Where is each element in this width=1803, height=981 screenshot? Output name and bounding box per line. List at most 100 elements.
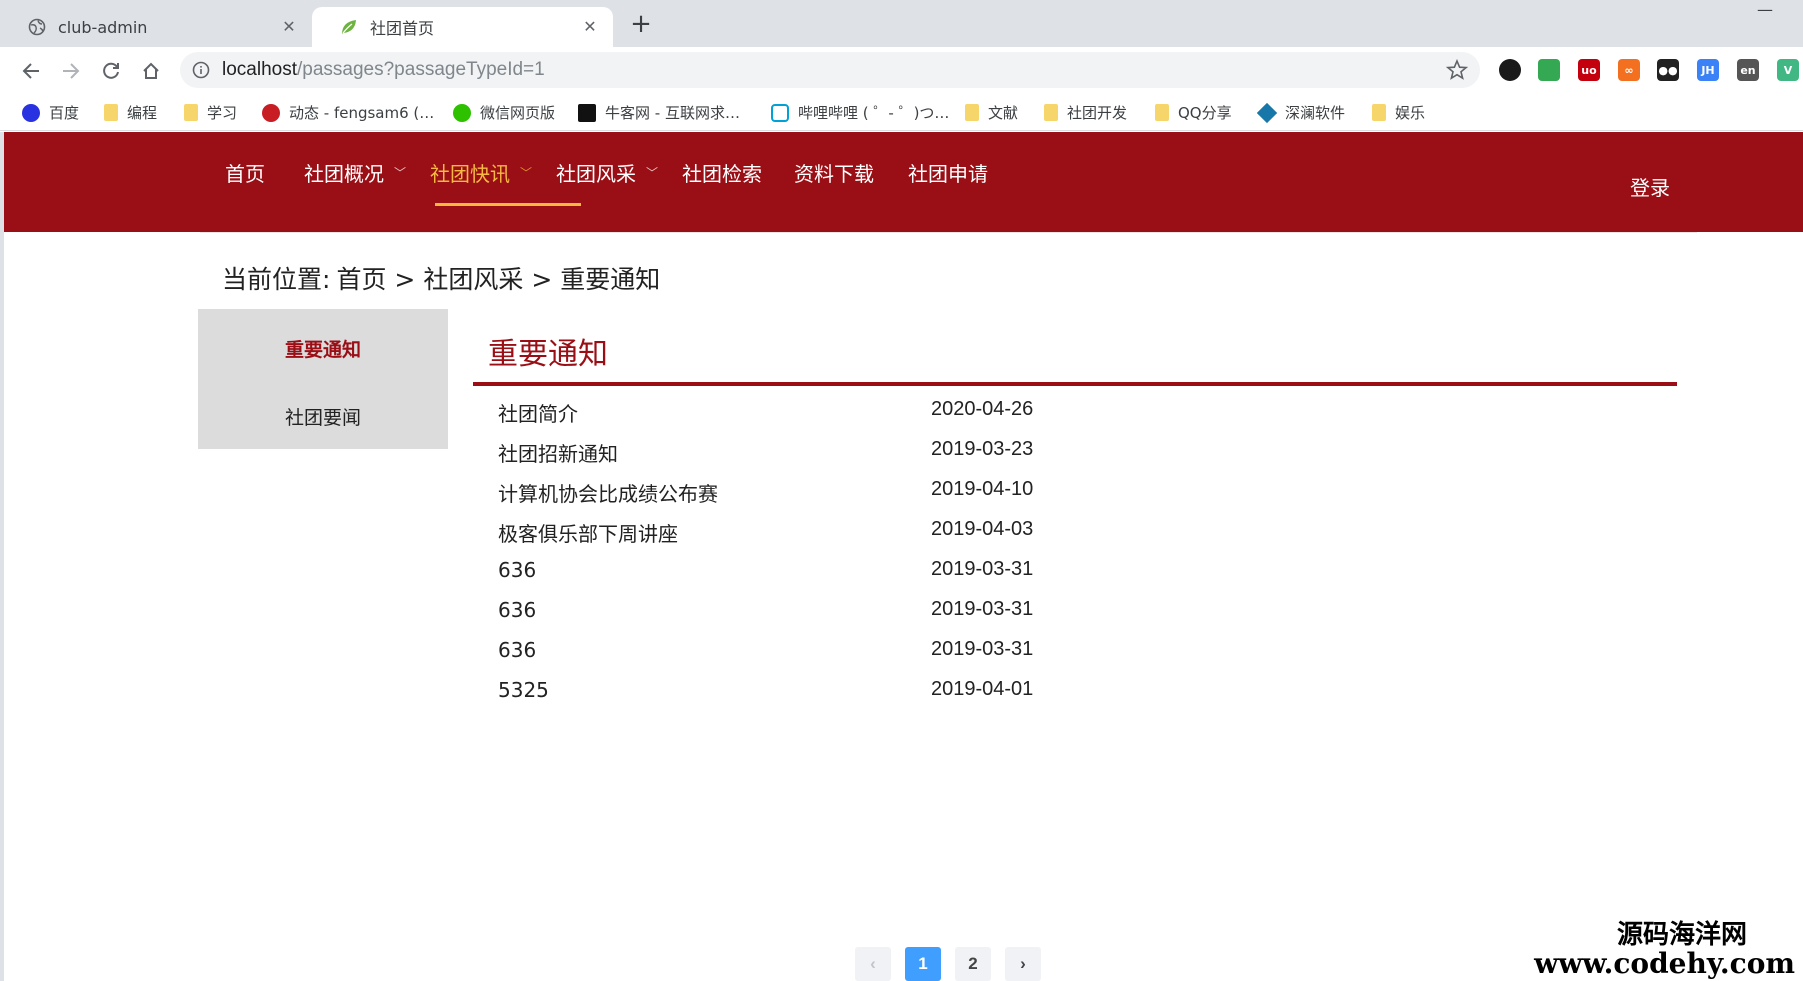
bookmark-star-icon[interactable] [1445,58,1469,81]
list-item[interactable]: 636 2019-03-31 [498,554,1298,594]
page-button[interactable]: 2 [955,947,991,981]
gitee-icon [262,103,280,122]
bookmark-item[interactable]: QQ分享 [1155,102,1232,123]
nav-item-label: 首页 [225,162,265,186]
sidebar-item-club-news[interactable]: 社团要闻 [198,403,448,430]
passage-title[interactable]: 社团简介 [498,398,578,427]
baidu-paw-icon [22,103,40,122]
passage-title[interactable]: 5325 [498,678,549,702]
nowcoder-icon [578,103,596,122]
new-tab-icon[interactable]: + [628,11,654,38]
translate-extension-icon[interactable]: en [1737,59,1759,81]
list-item[interactable]: 636 2019-03-31 [498,634,1298,674]
bookmark-item[interactable]: 编程 [104,102,157,123]
passage-title[interactable]: 636 [498,638,536,662]
watermark-line2: www.codehy.com [1534,947,1795,981]
bookmark-item[interactable]: 微信网页版 [453,102,555,123]
bookmark-item[interactable]: 娱乐 [1372,102,1425,123]
sidebar: 重要通知 社团要闻 [198,309,448,449]
nav-item[interactable]: 社团概况 ﹀ [304,158,406,187]
bookmark-item[interactable]: 文献 [965,102,1018,123]
close-tab-icon[interactable]: ✕ [581,18,599,36]
passage-title[interactable]: 社团招新通知 [498,438,618,467]
nav-item[interactable]: 首页 [225,158,265,187]
list-item[interactable]: 计算机协会比成绩公布赛 2019-04-10 [498,474,1298,514]
nav-item-label: 社团快讯 [430,162,510,186]
bookmark-item[interactable]: 社团开发 [1044,102,1127,123]
vue-devtools-extension-icon[interactable]: V [1777,59,1799,81]
passage-title[interactable]: 计算机协会比成绩公布赛 [498,478,718,507]
passage-list: 社团简介 2020-04-26 社团招新通知 2019-03-23 计算机协会比成绩公布… [498,394,1298,714]
bookmark-label: 深澜软件 [1285,104,1346,122]
infinity-extension-icon[interactable]: ∞ [1618,59,1640,81]
site-navbar: 登录 首页 社团概况 ﹀ 社团快讯 ﹀ 社团风采 ﹀ 社团检索 资料下载 社团申请 [4,132,1803,232]
list-item[interactable]: 社团简介 2020-04-26 [498,394,1298,434]
folder-icon [104,104,118,121]
chevron-down-icon: ﹀ [394,166,407,180]
nav-item-label: 社团检索 [682,162,762,186]
chrome-extension-icon[interactable] [1538,59,1560,81]
home-icon[interactable] [137,57,165,85]
minimize-window-icon[interactable]: — [1757,0,1777,20]
url-text[interactable]: localhost/passages?passageTypeId=1 [222,59,545,81]
back-icon[interactable] [17,57,45,85]
list-item[interactable]: 极客俱乐部下周讲座 2019-04-03 [498,514,1298,554]
nav-item[interactable]: 社团检索 [682,158,762,187]
tab-club-home[interactable]: 社团首页 ✕ [312,7,613,47]
breadcrumb-home[interactable]: 首页 > [336,265,415,294]
bookmark-item[interactable]: 牛客网 - 互联网求… [578,102,740,123]
bookmark-label: 娱乐 [1395,104,1426,122]
folder-icon [965,104,979,121]
nav-item[interactable]: 社团快讯 ﹀ [430,158,532,187]
list-item[interactable]: 社团招新通知 2019-03-23 [498,434,1298,474]
info-icon[interactable] [192,61,210,79]
bookmark-label: QQ分享 [1178,104,1232,122]
list-item[interactable]: 5325 2019-04-01 [498,674,1298,714]
nav-item-label: 社团申请 [908,162,988,186]
login-link[interactable]: 登录 [1630,172,1670,201]
reload-icon[interactable] [97,57,125,85]
next-page-icon[interactable]: › [1005,947,1041,981]
bookmark-label: 动态 - fengsam6 (… [289,104,435,122]
passage-title[interactable]: 极客俱乐部下周讲座 [498,518,678,547]
bookmark-item[interactable]: 深澜软件 [1256,102,1346,123]
sidebar-item-important-notice[interactable]: 重要通知 [198,335,448,362]
page-content: 登录 首页 社团概况 ﹀ 社团快讯 ﹀ 社团风采 ﹀ 社团检索 资料下载 社团申请 当前位置: 首页… [4,132,1803,981]
color-picker-extension-icon[interactable] [1499,59,1521,81]
bookmark-item[interactable]: 动态 - fengsam6 (… [262,102,434,123]
forward-icon[interactable] [57,57,85,85]
section-title: 重要通知 [488,337,608,372]
bookmark-label: 编程 [127,104,158,122]
breadcrumb-current: > 重要通知 [531,265,661,294]
list-item[interactable]: 636 2019-03-31 [498,594,1298,634]
passage-title[interactable]: 636 [498,558,536,582]
passage-date: 2019-03-31 [931,638,1034,660]
bookmark-label: 微信网页版 [480,104,556,122]
passage-date: 2019-03-23 [931,438,1034,460]
tab-club-admin[interactable]: club-admin ✕ [0,7,312,47]
page-button[interactable]: 1 [905,947,941,981]
close-tab-icon[interactable]: ✕ [280,18,298,36]
nav-item[interactable]: 社团风采 ﹀ [556,158,658,187]
nav-item-label: 社团风采 [556,162,636,186]
nav-item[interactable]: 社团申请 [908,158,988,187]
bookmark-item[interactable]: 学习 [184,102,237,123]
jh-extension-icon[interactable]: JH [1697,59,1719,81]
prev-page-icon: ‹ [855,947,891,981]
url-path: /passages?passageTypeId=1 [297,59,545,80]
watermark: 源码海洋网 www.codehy.com [1534,921,1795,981]
breadcrumb-category[interactable]: 社团风采 [423,265,523,294]
nav-divider [200,232,1697,233]
ublock-extension-icon[interactable]: uo [1578,59,1600,81]
nav-item[interactable]: 资料下载 [794,158,874,187]
bookmark-item[interactable]: 百度 [22,102,79,123]
nav-item-label: 资料下载 [794,162,874,186]
passage-title[interactable]: 636 [498,598,536,622]
bookmark-label: 百度 [49,104,80,122]
folder-icon [1044,104,1058,121]
address-bar[interactable]: localhost/passages?passageTypeId=1 [180,52,1480,88]
tampermonkey-extension-icon[interactable]: ●● [1657,59,1679,81]
active-nav-indicator [435,203,581,206]
passage-date: 2019-04-10 [931,478,1034,500]
bookmark-item[interactable]: 哔哩哔哩 ( ゜- ゜)つ… [771,102,949,123]
